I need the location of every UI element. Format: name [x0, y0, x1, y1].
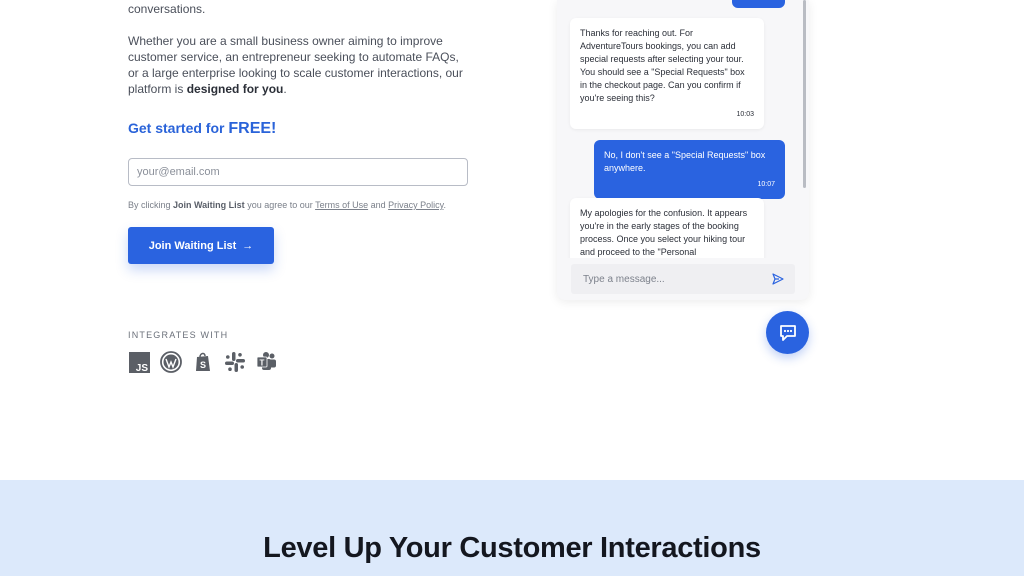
hero-paragraph: Whether you are a small business owner a… [128, 33, 468, 97]
cta-prefix: Get started for [128, 120, 229, 136]
cta-heading: Get started for FREE! [128, 120, 276, 138]
message-time: 10:07 [757, 181, 775, 188]
bot-message: My apologies for the confusion. It appea… [570, 198, 764, 258]
hero-intro-tail: conversations. [128, 2, 206, 16]
integrates-label: INTEGRATES WITH [128, 330, 229, 340]
terms-of-use-link[interactable]: Terms of Use [315, 200, 368, 210]
chat-bubble-icon [779, 324, 796, 341]
shopify-icon: S [192, 351, 214, 373]
javascript-icon: JS [128, 351, 150, 373]
chat-message-list[interactable]: Thanks for reaching out. For AdventureTo… [557, 0, 809, 258]
svg-text:T: T [260, 359, 265, 368]
chat-launcher-button[interactable] [766, 311, 809, 354]
section-title: Level Up Your Customer Interactions [263, 532, 761, 564]
terms-text-3: and [368, 200, 389, 210]
svg-text:S: S [200, 360, 206, 370]
send-icon[interactable] [771, 272, 785, 286]
terms-text-4: . [443, 200, 446, 210]
message-text: No, I don't see a "Special Requests" box… [604, 150, 766, 173]
user-message: No, I don't see a "Special Requests" box… [594, 140, 785, 199]
teams-icon: T [256, 351, 278, 373]
bot-message: Thanks for reaching out. For AdventureTo… [570, 18, 764, 129]
privacy-policy-link[interactable]: Privacy Policy [388, 200, 443, 210]
terms-text-2: you agree to our [244, 200, 316, 210]
paragraph-emphasis: designed for you [186, 82, 284, 96]
paragraph-end: . [283, 82, 287, 96]
chat-widget: Thanks for reaching out. For AdventureTo… [557, 0, 809, 300]
terms-text: By clicking [128, 200, 174, 210]
wordpress-icon [160, 351, 182, 373]
integrations-list: JS S T [128, 351, 278, 373]
message-time: 10:03 [736, 111, 754, 118]
paragraph-text: Whether you are a small business owner a… [128, 34, 463, 96]
arrow-right-icon: → [242, 239, 254, 252]
join-button-label: Join Waiting List [148, 239, 237, 252]
email-field[interactable] [128, 158, 468, 186]
terms-bold: Join Waiting List [173, 200, 245, 210]
message-input[interactable] [583, 273, 771, 285]
slack-icon [224, 351, 246, 373]
terms-notice: By clicking Join Waiting List you agree … [128, 200, 446, 210]
cta-free: FREE! [228, 120, 277, 137]
message-composer [571, 264, 795, 294]
join-waiting-list-button[interactable]: Join Waiting List → [128, 227, 274, 264]
message-text: My apologies for the confusion. It appea… [580, 208, 748, 257]
message-text: Thanks for reaching out. For AdventureTo… [580, 28, 745, 103]
previous-user-message [732, 0, 785, 8]
svg-text:JS: JS [135, 363, 148, 373]
chat-scrollbar[interactable] [803, 0, 806, 188]
